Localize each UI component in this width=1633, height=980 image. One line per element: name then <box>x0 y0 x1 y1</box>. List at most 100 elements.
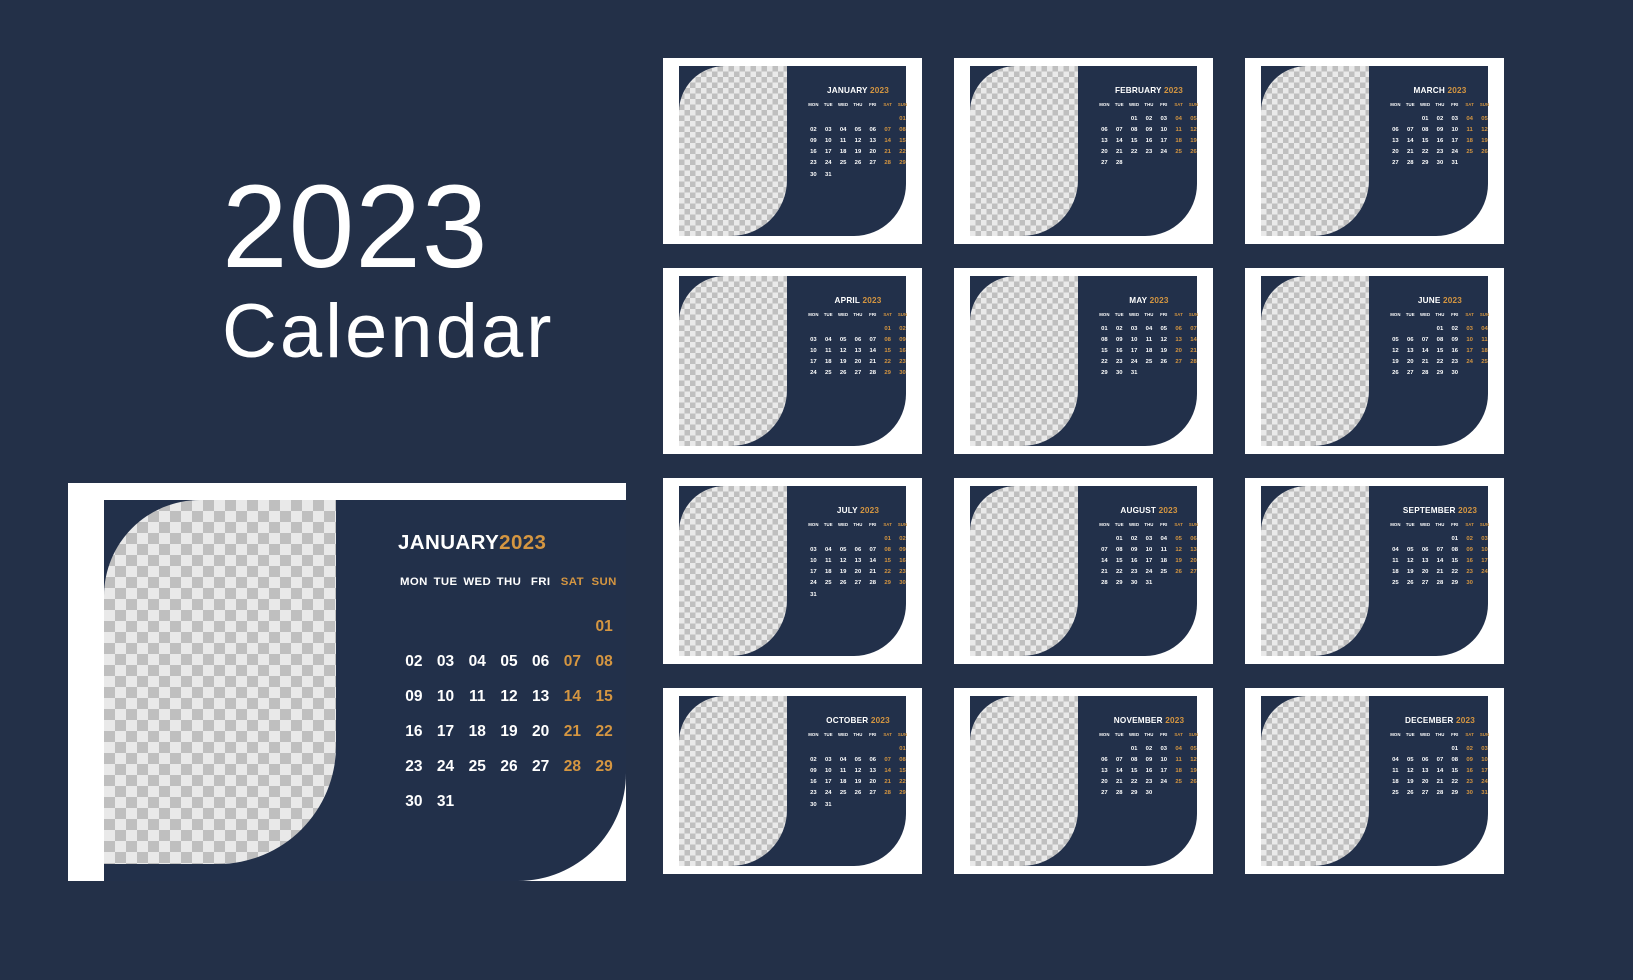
day-cell[interactable]: 29 <box>1097 368 1112 379</box>
day-cell[interactable]: 05 <box>493 644 525 679</box>
day-cell[interactable]: 23 <box>1433 147 1448 158</box>
day-cell[interactable]: 30 <box>1433 158 1448 169</box>
day-cell[interactable]: 26 <box>1156 357 1171 368</box>
day-cell[interactable]: 13 <box>1097 135 1112 146</box>
day-cell[interactable]: 18 <box>821 567 836 578</box>
day-cell[interactable]: 22 <box>1447 777 1462 788</box>
day-cell[interactable]: 14 <box>880 765 895 776</box>
day-cell[interactable]: 23 <box>1462 777 1477 788</box>
day-cell[interactable]: 04 <box>821 544 836 555</box>
day-cell[interactable]: 19 <box>851 147 866 158</box>
day-cell[interactable]: 18 <box>1477 345 1492 356</box>
day-cell[interactable]: 22 <box>1097 357 1112 368</box>
day-cell[interactable]: 27 <box>851 578 866 589</box>
day-cell[interactable]: 27 <box>1186 567 1201 578</box>
day-cell[interactable]: 22 <box>880 357 895 368</box>
day-cell[interactable]: 10 <box>1477 754 1492 765</box>
day-cell[interactable]: 14 <box>1418 345 1433 356</box>
day-cell[interactable]: 15 <box>1447 765 1462 776</box>
day-cell[interactable]: 31 <box>1477 788 1492 799</box>
month-card-january[interactable]: JANUARY 2023 MON TUE WED THU FRI SAT SUN 01 02 03 0… <box>663 58 922 244</box>
day-cell[interactable]: 29 <box>1447 578 1462 589</box>
day-cell[interactable]: 10 <box>1477 544 1492 555</box>
day-cell[interactable]: 26 <box>1388 368 1403 379</box>
day-cell[interactable]: 06 <box>1171 323 1186 334</box>
day-cell[interactable]: 05 <box>836 334 851 345</box>
day-cell[interactable]: 20 <box>1186 555 1201 566</box>
day-cell[interactable]: 01 <box>588 609 620 644</box>
day-cell[interactable]: 06 <box>1403 334 1418 345</box>
day-cell[interactable]: 02 <box>1112 323 1127 334</box>
day-cell[interactable]: 03 <box>806 334 821 345</box>
day-cell[interactable]: 01 <box>1447 533 1462 544</box>
day-cell[interactable]: 12 <box>1403 555 1418 566</box>
day-cell[interactable]: 12 <box>1403 765 1418 776</box>
day-cell[interactable]: 08 <box>1447 754 1462 765</box>
day-cell[interactable]: 17 <box>430 714 462 749</box>
month-card-june[interactable]: JUNE 2023 MON TUE WED THU FRI SAT SUN 01 02 03 04 05… <box>1245 268 1504 454</box>
image-placeholder[interactable] <box>970 276 1078 446</box>
day-cell[interactable]: 28 <box>1112 788 1127 799</box>
day-cell[interactable]: 10 <box>430 679 462 714</box>
day-cell[interactable]: 30 <box>1142 788 1157 799</box>
day-cell[interactable]: 02 <box>1142 743 1157 754</box>
day-cell[interactable]: 30 <box>1462 578 1477 589</box>
day-cell[interactable]: 26 <box>836 368 851 379</box>
day-cell[interactable]: 20 <box>865 147 880 158</box>
day-cell[interactable]: 16 <box>1462 555 1477 566</box>
day-cell[interactable]: 19 <box>1186 765 1201 776</box>
day-cell[interactable]: 26 <box>493 749 525 784</box>
day-cell[interactable]: 22 <box>1127 777 1142 788</box>
day-cell[interactable]: 07 <box>865 334 880 345</box>
day-cell[interactable]: 15 <box>1418 135 1433 146</box>
day-cell[interactable]: 09 <box>806 135 821 146</box>
day-cell[interactable]: 15 <box>1127 765 1142 776</box>
day-cell[interactable]: 09 <box>1462 544 1477 555</box>
day-cell[interactable]: 26 <box>1186 777 1201 788</box>
day-cell[interactable]: 17 <box>1462 345 1477 356</box>
day-cell[interactable]: 07 <box>865 544 880 555</box>
day-cell[interactable]: 24 <box>1127 357 1142 368</box>
day-cell[interactable]: 18 <box>821 357 836 368</box>
day-cell[interactable]: 30 <box>1462 788 1477 799</box>
day-cell[interactable]: 05 <box>1156 323 1171 334</box>
day-cell[interactable]: 21 <box>1418 357 1433 368</box>
day-cell[interactable]: 14 <box>1112 135 1127 146</box>
day-cell[interactable]: 26 <box>1171 567 1186 578</box>
day-cell[interactable]: 27 <box>865 158 880 169</box>
day-cell[interactable]: 14 <box>1186 334 1201 345</box>
day-cell[interactable]: 25 <box>1462 147 1477 158</box>
day-cell[interactable]: 29 <box>880 368 895 379</box>
month-card-november[interactable]: NOVEMBER 2023 MON TUE WED THU FRI SAT SUN 01 02 03… <box>954 688 1213 874</box>
day-cell[interactable]: 05 <box>1186 113 1201 124</box>
day-cell[interactable]: 01 <box>895 743 910 754</box>
image-placeholder[interactable] <box>970 696 1078 866</box>
day-cell[interactable]: 07 <box>1097 544 1112 555</box>
day-cell[interactable]: 13 <box>1186 544 1201 555</box>
day-cell[interactable]: 20 <box>865 777 880 788</box>
day-cell[interactable]: 23 <box>895 357 910 368</box>
day-cell[interactable]: 24 <box>1477 777 1492 788</box>
day-cell[interactable]: 17 <box>1142 555 1157 566</box>
day-cell[interactable]: 22 <box>1127 147 1142 158</box>
day-cell[interactable]: 20 <box>1418 777 1433 788</box>
day-cell[interactable]: 23 <box>1142 147 1157 158</box>
day-cell[interactable]: 11 <box>821 555 836 566</box>
day-cell[interactable]: 08 <box>1127 754 1142 765</box>
day-cell[interactable]: 07 <box>1403 124 1418 135</box>
day-cell[interactable]: 26 <box>836 578 851 589</box>
day-cell[interactable]: 18 <box>1171 765 1186 776</box>
day-cell[interactable]: 16 <box>806 147 821 158</box>
day-cell[interactable]: 01 <box>1097 323 1112 334</box>
day-cell[interactable]: 15 <box>1447 555 1462 566</box>
day-cell[interactable]: 29 <box>1127 788 1142 799</box>
day-cell[interactable]: 09 <box>1447 334 1462 345</box>
day-cell[interactable]: 24 <box>1156 147 1171 158</box>
day-cell[interactable]: 06 <box>1097 124 1112 135</box>
day-cell[interactable]: 24 <box>430 749 462 784</box>
day-cell[interactable]: 23 <box>1447 357 1462 368</box>
day-cell[interactable]: 12 <box>851 765 866 776</box>
day-cell[interactable]: 31 <box>806 589 821 600</box>
day-cell[interactable]: 10 <box>821 765 836 776</box>
day-cell[interactable]: 11 <box>836 765 851 776</box>
